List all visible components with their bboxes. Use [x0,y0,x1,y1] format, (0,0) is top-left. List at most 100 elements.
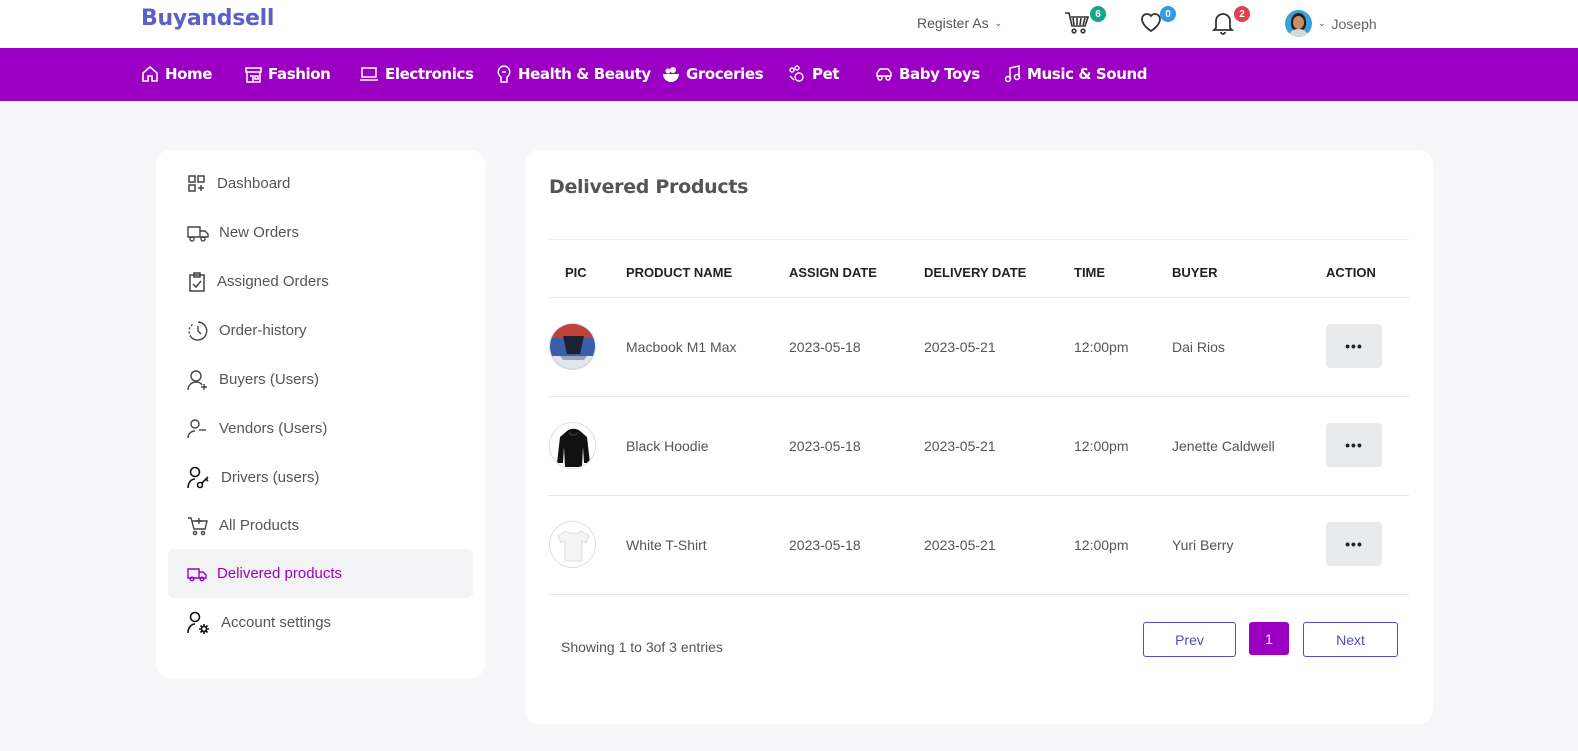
register-as-label: Register As [917,15,989,31]
category-home[interactable]: Home [141,65,212,83]
delivery-time: 12:00pm [1074,438,1129,454]
notifications-count-badge: 2 [1234,6,1250,22]
delivered-products-card: Delivered Products PIC PRODUCT NAME ASSI… [525,150,1433,724]
user-menu[interactable]: ⌄ Joseph [1285,10,1377,37]
column-header-product-name: PRODUCT NAME [626,265,733,280]
category-label: Groceries [686,65,764,83]
product-name: Macbook M1 Max [626,339,737,355]
product-name: Black Hoodie [626,438,709,454]
register-as-dropdown[interactable]: Register As ⌄ [917,15,1002,31]
assign-date: 2023-05-18 [789,339,861,355]
category-pet[interactable]: Pet [788,65,840,83]
column-header-assign-date: ASSIGN DATE [789,265,877,280]
category-health-beauty[interactable]: Health & Beauty [496,65,651,83]
category-label: Home [165,65,213,83]
cart-icon [188,516,208,535]
sidebar-item-assigned-orders[interactable]: Assigned Orders [168,257,473,306]
chevron-down-icon: ⌄ [994,17,1003,28]
delivery-truck-icon [187,567,207,581]
toy-car-icon [876,68,892,81]
entries-info: Showing 1 to 3of 3 entries [561,639,723,655]
table-row: White T-Shirt 2023-05-18 2023-05-21 12:0… [548,496,1409,595]
category-electronics[interactable]: Electronics [359,65,474,83]
sidebar-item-label: Drivers (users) [221,469,320,486]
sidebar-item-label: Buyers (Users) [219,371,320,388]
column-header-time: TIME [1074,265,1106,280]
sidebar-item-label: Order-history [219,322,307,339]
row-actions-button[interactable]: ••• [1326,423,1382,467]
delivery-date: 2023-05-21 [924,438,996,454]
sidebar: Dashboard New Orders Assigned Orders Ord… [156,150,485,678]
sidebar-item-label: Account settings [221,614,332,631]
sidebar-item-label: New Orders [219,224,300,241]
sidebar-item-buyers[interactable]: Buyers (Users) [168,355,473,404]
laptop-icon [360,67,378,81]
table-header: PIC PRODUCT NAME ASSIGN DATE DELIVERY DA… [548,239,1409,298]
category-groceries[interactable]: Groceries [662,65,764,83]
sidebar-item-account-settings[interactable]: Account settings [168,598,473,647]
beauty-icon [497,65,511,83]
user-key-icon [187,466,209,488]
grocery-bowl-icon [663,66,679,82]
column-header-pic: PIC [565,265,587,280]
sidebar-item-label: Assigned Orders [217,273,329,290]
sidebar-item-delivered-products[interactable]: Delivered products [168,549,473,598]
sidebar-item-label: Vendors (Users) [219,420,328,437]
user-gear-icon [187,611,209,634]
category-nav: Home Fashion Electronics Health & Beauty… [0,48,1578,101]
next-page-button[interactable]: Next [1303,622,1398,657]
notifications-button[interactable]: 2 [1212,6,1250,39]
category-label: Music & Sound [1027,65,1148,83]
brand-logo[interactable]: Buyandsell [141,6,274,31]
wishlist-button[interactable]: 0 [1139,6,1176,39]
delivery-time: 12:00pm [1074,537,1129,553]
sidebar-item-all-products[interactable]: All Products [168,501,473,550]
category-label: Pet [812,65,840,83]
category-fashion[interactable]: Fashion [245,65,331,83]
page-title: Delivered Products [549,176,749,198]
delivery-time: 12:00pm [1074,339,1129,355]
product-image-hoodie [549,422,596,469]
wishlist-count-badge: 0 [1160,6,1176,22]
sidebar-item-new-orders[interactable]: New Orders [168,208,473,257]
sidebar-item-drivers[interactable]: Drivers (users) [168,453,473,502]
top-header: Buyandsell Register As ⌄ 6 0 2 ⌄ Joseph [0,0,1578,48]
category-label: Baby Toys [899,65,980,83]
cart-button[interactable]: 6 [1064,6,1106,39]
delivery-date: 2023-05-21 [924,537,996,553]
sidebar-item-label: All Products [219,517,300,534]
dashboard-icon [188,174,205,192]
sidebar-item-label: Dashboard [217,175,291,192]
table-row: Black Hoodie 2023-05-18 2023-05-21 12:00… [548,397,1409,496]
page-1-button[interactable]: 1 [1249,622,1289,655]
assign-date: 2023-05-18 [789,438,861,454]
store-icon [245,66,262,83]
clipboard-check-icon [189,271,205,292]
category-label: Electronics [385,65,474,83]
product-image-tshirt [549,521,596,568]
row-actions-button[interactable]: ••• [1326,522,1382,566]
music-note-icon [1005,65,1021,83]
chevron-down-icon: ⌄ [1318,18,1326,28]
column-header-buyer: BUYER [1172,265,1218,280]
sidebar-item-dashboard[interactable]: Dashboard [168,159,473,208]
buyer-name: Yuri Berry [1172,537,1234,553]
buyer-name: Dai Rios [1172,339,1225,355]
buyer-name: Jenette Caldwell [1172,438,1275,454]
table-row: Macbook M1 Max 2023-05-18 2023-05-21 12:… [548,298,1409,397]
category-music-sound[interactable]: Music & Sound [1005,65,1148,83]
user-minus-icon [187,418,206,438]
column-header-delivery-date: DELIVERY DATE [924,265,1027,280]
sidebar-item-vendors[interactable]: Vendors (Users) [168,404,473,453]
row-actions-button[interactable]: ••• [1326,324,1382,368]
delivered-products-table: PIC PRODUCT NAME ASSIGN DATE DELIVERY DA… [548,239,1409,595]
category-label: Health & Beauty [518,65,651,83]
category-baby-toys[interactable]: Baby Toys [875,65,980,83]
truck-icon [187,225,209,242]
avatar [1285,10,1312,37]
pet-icon [789,65,804,82]
assign-date: 2023-05-18 [789,537,861,553]
sidebar-item-order-history[interactable]: Order-history [168,306,473,355]
prev-page-button[interactable]: Prev [1143,622,1236,657]
user-plus-icon [187,369,207,390]
